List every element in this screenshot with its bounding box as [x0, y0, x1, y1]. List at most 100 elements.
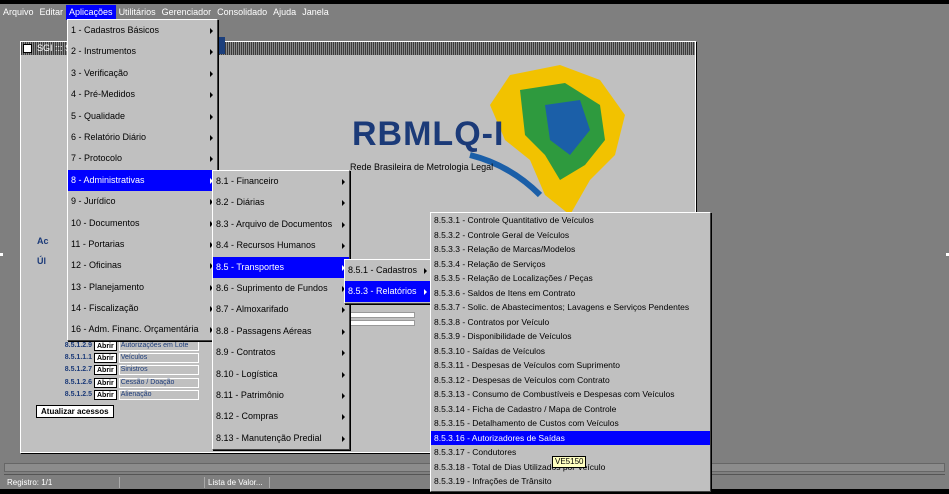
menu-item-logistica[interactable]: 8.10 - Logística	[213, 364, 349, 385]
menu-item-almoxarifado[interactable]: 8.7 - Almoxarifado	[213, 299, 349, 320]
access-section-label: Ac	[37, 236, 49, 246]
submenu-arrow-icon	[342, 392, 345, 399]
menu-item-instrumentos[interactable]: 2 - Instrumentos	[68, 41, 217, 62]
menu-item-adm-financ[interactable]: 16 - Adm. Financ. Orçamentária	[68, 319, 217, 340]
menu-item-report[interactable]: 8.5.3.13 - Consumo de Combustíveis e Des…	[431, 387, 710, 402]
menu-item-relatorio-diario[interactable]: 6 - Relatório Diário	[68, 127, 217, 148]
menu-item-report[interactable]: 8.5.3.4 - Relação de Serviços	[431, 257, 710, 272]
menu-item-label: 8.9 - Contratos	[216, 347, 276, 358]
menu-item-juridico[interactable]: 9 - Jurídico	[68, 191, 217, 212]
menu-item-recursos-humanos[interactable]: 8.4 - Recursos Humanos	[213, 235, 349, 256]
access-field: Veículos	[118, 352, 199, 363]
window-icon	[23, 44, 32, 53]
menu-item-label: 10 - Documentos	[71, 217, 140, 228]
open-button[interactable]: Abrir	[94, 389, 117, 400]
submenu-arrow-icon	[424, 268, 427, 274]
menu-item-relatorios[interactable]: 8.5.3 - Relatórios	[345, 281, 431, 302]
menu-item-label: 14 - Fiscalização	[71, 303, 139, 314]
menu-item-label: 8.1 - Financeiro	[216, 176, 279, 186]
menu-item-pre-medidos[interactable]: 4 - Pré-Medidos	[68, 84, 217, 105]
menu-arquivo[interactable]: Arquivo	[0, 5, 37, 20]
aplicacoes-menu: 1 - Cadastros Básicos 2 - Instrumentos 3…	[67, 19, 218, 341]
menu-aplicacoes[interactable]: Aplicações	[66, 5, 116, 20]
menu-item-qualidade[interactable]: 5 - Qualidade	[68, 106, 217, 127]
menu-item-label: 8.12 - Compras	[216, 411, 279, 422]
submenu-arrow-icon	[342, 243, 345, 250]
submenu-arrow-icon	[424, 289, 427, 295]
menu-item-protocolo[interactable]: 7 - Protocolo	[68, 148, 217, 169]
menu-item-portarias[interactable]: 11 - Portarias	[68, 234, 217, 255]
menu-item-report[interactable]: 8.5.3.9 - Disponibilidade de Veículos	[431, 329, 710, 344]
menu-item-report[interactable]: 8.5.3.6 - Saldos de Itens em Contrato	[431, 286, 710, 301]
menu-item-diarias[interactable]: 8.2 - Diárias	[213, 192, 349, 213]
menu-item-report[interactable]: 8.5.3.15 - Detalhamento de Custos com Ve…	[431, 416, 710, 431]
menu-item-label: 8.5 - Transportes	[216, 261, 285, 272]
submenu-arrow-icon	[210, 134, 213, 141]
menu-item-compras[interactable]: 8.12 - Compras	[213, 406, 349, 427]
menu-item-administrativas[interactable]: 8 - Administrativas	[68, 169, 217, 192]
menu-consolidado[interactable]: Consolidado	[214, 5, 270, 20]
open-button[interactable]: Abrir	[94, 340, 117, 351]
window-title: SGI ::: S	[37, 43, 72, 53]
edge-marker-left	[0, 253, 3, 256]
submenu-arrow-icon	[210, 156, 213, 163]
status-record: Registro: 1/1	[7, 478, 53, 487]
menu-item-report[interactable]: 8.5.3.12 - Despesas de Veículos com Cont…	[431, 373, 710, 388]
menu-item-planejamento[interactable]: 13 - Planejamento	[68, 277, 217, 298]
logo-subtitle: Rede Brasileira de Metrologia Legal	[350, 162, 494, 172]
menu-item-report[interactable]: 8.5.3.8 - Contratos por Veículo	[431, 315, 710, 330]
menu-item-arquivo-documentos[interactable]: 8.3 - Arquivo de Documentos	[213, 214, 349, 235]
menu-item-label: 8.11 - Patrimônio	[216, 389, 284, 400]
menu-item-contratos[interactable]: 8.9 - Contratos	[213, 342, 349, 363]
menu-item-label: 2 - Instrumentos	[71, 46, 137, 57]
menu-item-report[interactable]: 8.5.3.3 - Relação de Marcas/Modelos	[431, 242, 710, 257]
access-code: 8.5.1.2.6	[64, 379, 92, 386]
menu-item-passagens-aereas[interactable]: 8.8 - Passagens Aéreas	[213, 321, 349, 342]
menu-item-cadastros[interactable]: 8.5.1 - Cadastros	[345, 260, 431, 281]
menu-item-report[interactable]: 8.5.3.5 - Relação de Localizações / Peça…	[431, 271, 710, 286]
open-button[interactable]: Abrir	[94, 352, 117, 363]
menu-item-cadastros-basicos[interactable]: 1 - Cadastros Básicos	[68, 20, 217, 41]
menu-item-autorizadores-saidas[interactable]: 8.5.3.16 - Autorizadores de Saídas	[431, 430, 710, 445]
menu-item-label: 8.2 - Diárias	[216, 197, 265, 208]
menu-item-label: 11 - Portarias	[71, 238, 125, 249]
open-button[interactable]: Abrir	[94, 364, 117, 375]
menu-item-suprimento-fundos[interactable]: 8.6 - Suprimento de Fundos	[213, 278, 349, 299]
menu-item-report[interactable]: 8.5.3.2 - Controle Geral de Veículos	[431, 228, 710, 243]
menu-item-report[interactable]: 8.5.3.7 - Solic. de Abastecimentos; Lava…	[431, 300, 710, 315]
menu-item-report[interactable]: 8.5.3.1 - Controle Quantitativo de Veícu…	[431, 213, 710, 228]
menu-item-label: 8.7 - Almoxarifado	[216, 304, 289, 315]
menu-item-report[interactable]: 8.5.3.11 - Despesas de Veículos com Supr…	[431, 358, 710, 373]
submenu-arrow-icon	[342, 307, 345, 314]
access-field: Cessão / Doação	[118, 377, 199, 388]
access-code: 8.5.1.2.5	[64, 391, 92, 398]
menu-item-patrimonio[interactable]: 8.11 - Patrimônio	[213, 385, 349, 406]
menu-item-verificacao[interactable]: 3 - Verificação	[68, 63, 217, 84]
access-field: Alienação	[118, 389, 199, 400]
menu-item-oficinas[interactable]: 12 - Oficinas	[68, 255, 217, 276]
access-row: 8.5.1.2.7 Abrir Sinistros	[52, 364, 199, 375]
menu-editar[interactable]: Editar	[37, 5, 67, 20]
update-access-button[interactable]: Atualizar acessos	[36, 405, 114, 418]
menu-item-fiscalizacao[interactable]: 14 - Fiscalização	[68, 298, 217, 319]
status-lov: Lista de Valor...	[204, 477, 263, 488]
menu-item-transportes[interactable]: 8.5 - Transportes	[213, 256, 349, 278]
menu-item-report[interactable]: 8.5.3.10 - Saídas de Veículos	[431, 344, 710, 359]
submenu-arrow-icon	[342, 179, 345, 185]
menu-item-report[interactable]: 8.5.3.19 - Infrações de Trânsito	[431, 474, 710, 489]
menu-item-documentos[interactable]: 10 - Documentos	[68, 213, 217, 234]
access-field: Sinistros	[118, 364, 199, 375]
menu-utilitarios[interactable]: Utilitários	[116, 5, 159, 20]
menu-item-label: 1 - Cadastros Básicos	[71, 25, 160, 35]
menu-janela[interactable]: Janela	[299, 5, 332, 20]
status-divider	[269, 477, 273, 488]
menu-item-label: 8.3 - Arquivo de Documentos	[216, 218, 333, 229]
menu-ajuda[interactable]: Ajuda	[270, 5, 299, 20]
menu-gerenciador[interactable]: Gerenciador	[159, 5, 215, 20]
menu-item-label: 16 - Adm. Financ. Orçamentária	[71, 324, 199, 335]
open-button[interactable]: Abrir	[94, 377, 117, 388]
menu-item-report[interactable]: 8.5.3.14 - Ficha de Cadastro / Mapa de C…	[431, 402, 710, 417]
menu-item-manutencao-predial[interactable]: 8.13 - Manutenção Predial	[213, 428, 349, 449]
menu-item-label: 8.10 - Logística	[216, 368, 278, 379]
menu-item-financeiro[interactable]: 8.1 - Financeiro	[213, 171, 349, 192]
